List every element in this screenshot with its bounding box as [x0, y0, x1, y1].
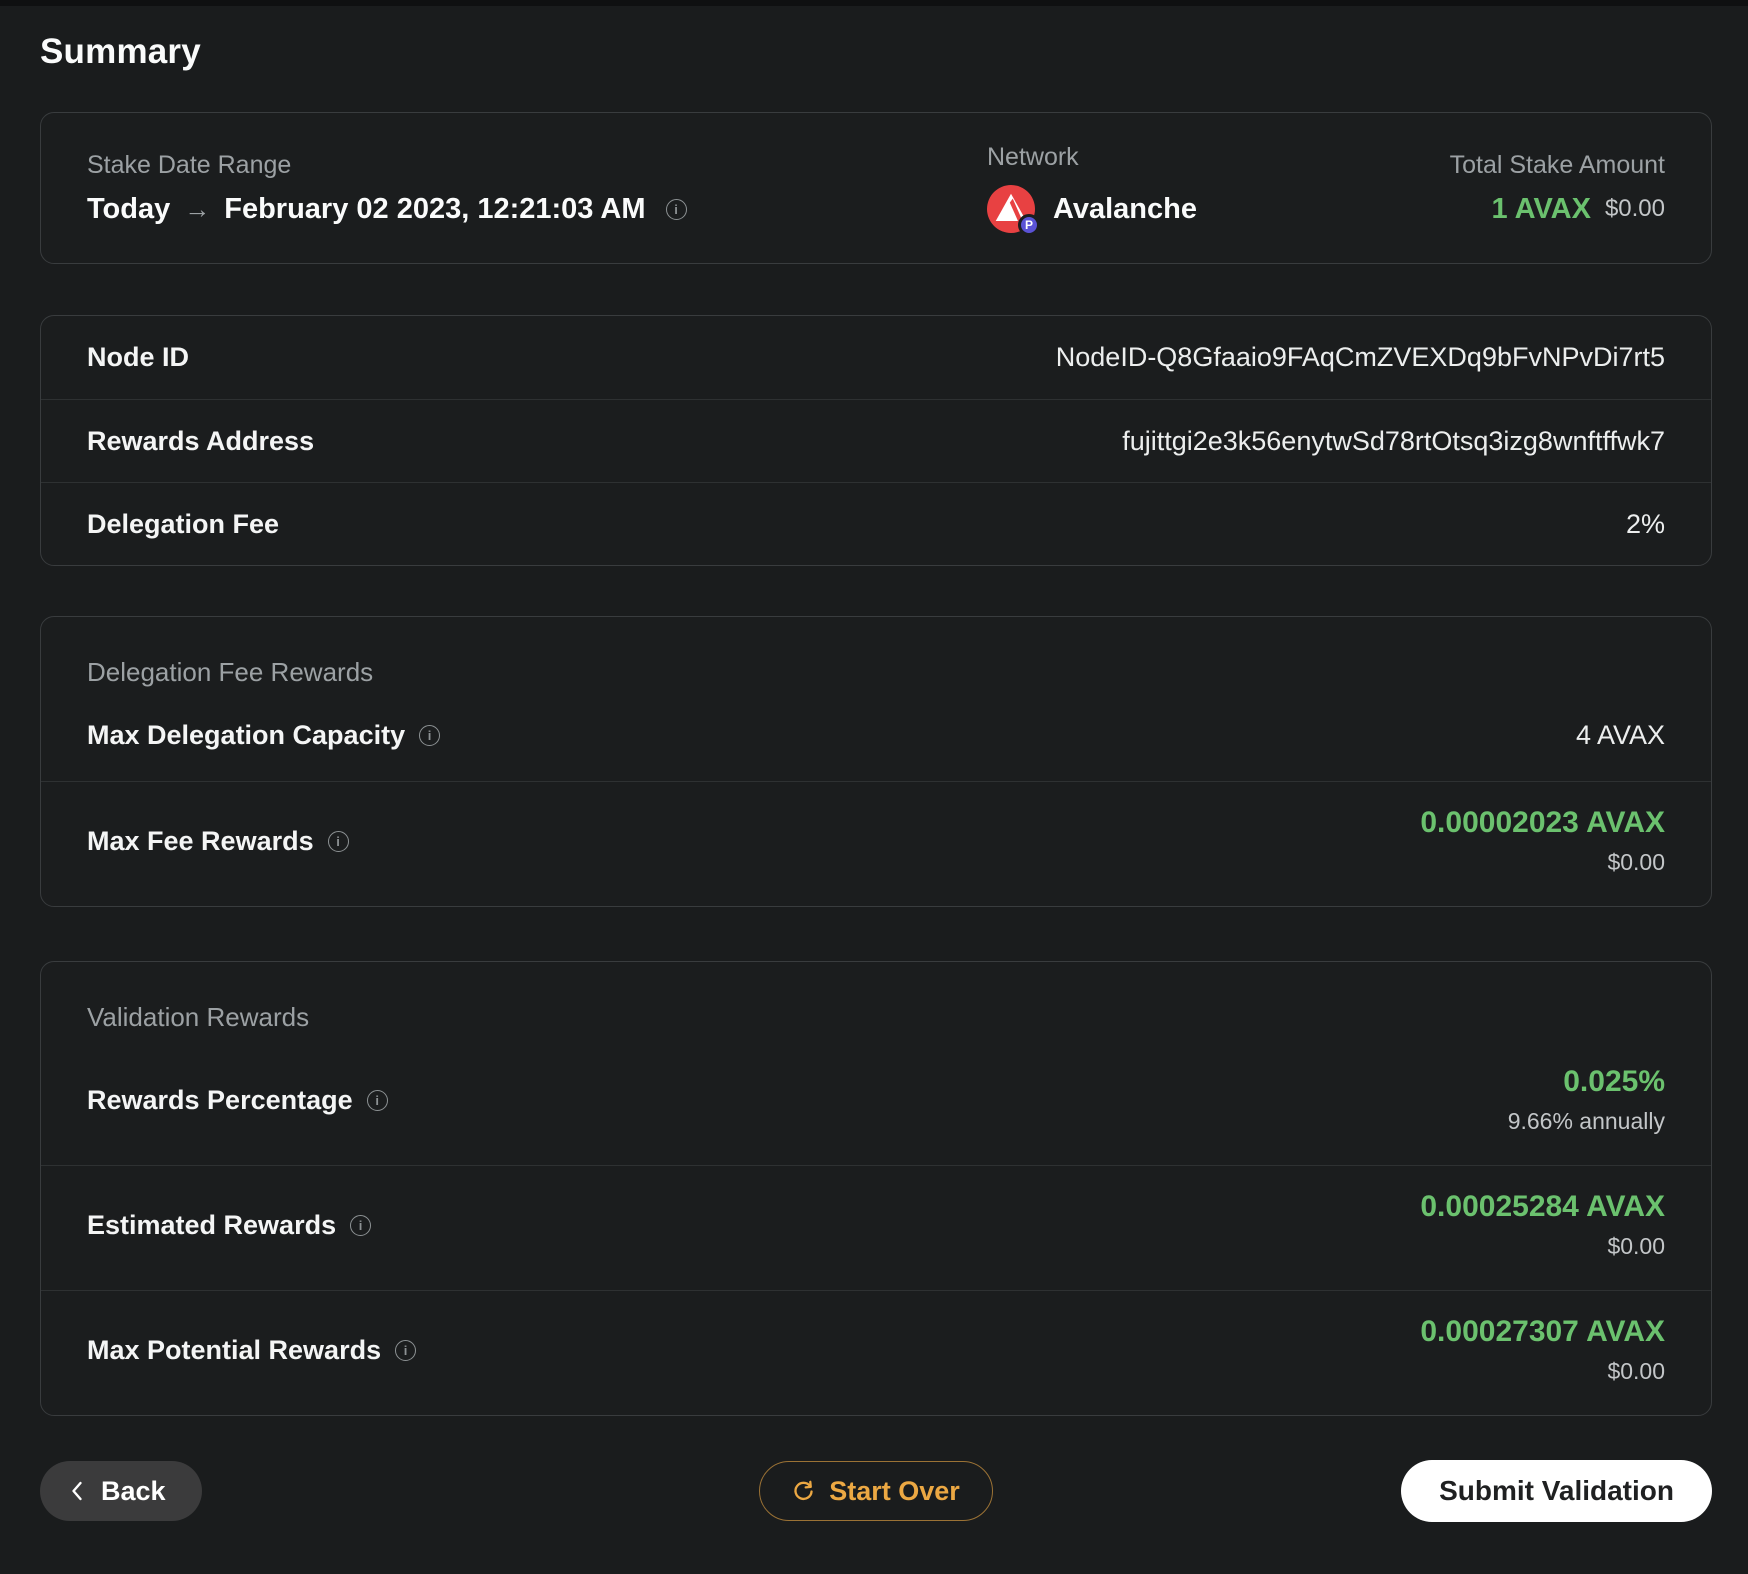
- estimated-rewards-value: 0.00025284 AVAX: [1420, 1190, 1665, 1223]
- card-header: Delegation Fee Rewards: [87, 657, 374, 687]
- reward-label: Estimated Rewards i: [87, 1209, 372, 1241]
- back-button-label: Back: [101, 1475, 166, 1506]
- row-label: Node ID: [87, 342, 190, 372]
- top-strip: [0, 0, 1748, 6]
- p-chain-badge: P: [1018, 214, 1040, 236]
- reward-label: Rewards Percentage i: [87, 1085, 388, 1116]
- total-stake-section: Total Stake Amount 1 AVAX $0.00: [1450, 151, 1665, 226]
- estimated-rewards-label: Estimated Rewards: [87, 1209, 337, 1240]
- estimated-rewards-row: Estimated Rewards i 0.00025284 AVAX $0.0…: [41, 1165, 1711, 1290]
- max-delegation-capacity-row: Max Delegation Capacity i 4 AVAX: [41, 696, 1711, 781]
- stake-end: February 02 2023, 12:21:03 AM: [224, 192, 646, 225]
- max-delegation-capacity-label: Max Delegation Capacity: [87, 720, 406, 750]
- max-fee-rewards-value-block: 0.00002023 AVAX $0.00: [1420, 806, 1665, 876]
- stake-date-info-icon[interactable]: i: [665, 198, 687, 220]
- summary-page: Summary Stake Date Range Today → Februar…: [0, 32, 1748, 1522]
- max-potential-rewards-row: Max Potential Rewards i 0.00027307 AVAX …: [41, 1290, 1711, 1415]
- max-potential-rewards-info-icon[interactable]: i: [395, 1339, 417, 1361]
- table-row-node-id: Node ID NodeID-Q8Gfaaio9FAqCmZVEXDq9bFvN…: [41, 316, 1711, 399]
- max-potential-rewards-value-block: 0.00027307 AVAX $0.00: [1420, 1315, 1665, 1385]
- table-row-rewards-address: Rewards Address fujittgi2e3k56enytwSd78r…: [41, 399, 1711, 482]
- total-stake-label: Total Stake Amount: [1449, 150, 1665, 179]
- submit-validation-button[interactable]: Submit Validation: [1401, 1460, 1712, 1522]
- max-fee-rewards-usd: $0.00: [1607, 849, 1665, 875]
- back-button[interactable]: Back: [40, 1461, 202, 1521]
- rewards-percentage-row: Rewards Percentage i 0.025% 9.66% annual…: [41, 1041, 1711, 1165]
- estimated-rewards-info-icon[interactable]: i: [350, 1214, 372, 1236]
- stake-summary-card: Stake Date Range Today → February 02 202…: [40, 112, 1712, 264]
- row-label: Delegation Fee: [87, 508, 280, 539]
- stake-date-range-value: Today → February 02 2023, 12:21:03 AM i: [87, 193, 987, 226]
- reward-label: Max Potential Rewards i: [87, 1334, 417, 1366]
- total-stake-value: 1 AVAX: [1491, 192, 1591, 225]
- max-fee-rewards-row: Max Fee Rewards i 0.00002023 AVAX $0.00: [41, 781, 1711, 906]
- card-header: Validation Rewards: [87, 1002, 310, 1032]
- estimated-rewards-usd: $0.00: [1607, 1233, 1665, 1259]
- submit-validation-button-label: Submit Validation: [1439, 1475, 1674, 1506]
- network-value: P Avalanche: [987, 185, 1450, 236]
- max-fee-rewards-label: Max Fee Rewards: [87, 825, 314, 856]
- max-delegation-capacity-value: 4 AVAX: [1575, 720, 1665, 750]
- arrow-right-icon: →: [184, 193, 211, 224]
- node-id-value: NodeID-Q8Gfaaio9FAqCmZVEXDq9bFvNPvDi7rt5: [1055, 342, 1665, 372]
- start-over-button-label: Start Over: [829, 1475, 960, 1506]
- stake-start: Today: [87, 192, 171, 225]
- delegation-fee-rewards-card: Delegation Fee Rewards Max Delegation Ca…: [40, 616, 1712, 907]
- max-fee-rewards-value: 0.00002023 AVAX: [1420, 806, 1665, 839]
- chevron-left-icon: [70, 1480, 83, 1502]
- network-label: Network: [987, 143, 1079, 171]
- estimated-rewards-value-block: 0.00025284 AVAX $0.00: [1420, 1190, 1665, 1260]
- max-potential-rewards-value: 0.00027307 AVAX: [1420, 1315, 1665, 1348]
- total-stake-usd: $0.00: [1604, 195, 1665, 222]
- delegation-fee-value: 2%: [1625, 508, 1665, 539]
- max-delegation-capacity-info-icon[interactable]: i: [419, 725, 441, 746]
- network-name: Avalanche: [1053, 192, 1197, 225]
- rewards-percentage-annual: 9.66% annually: [1507, 1108, 1665, 1134]
- rewards-percentage-value-block: 0.025% 9.66% annually: [1508, 1065, 1665, 1135]
- row-label: Rewards Address: [87, 425, 315, 456]
- rewards-percentage-label: Rewards Percentage: [87, 1084, 353, 1115]
- total-stake-value-row: 1 AVAX $0.00: [1450, 193, 1665, 226]
- start-over-button[interactable]: Start Over: [759, 1461, 993, 1521]
- reward-label: Max Fee Rewards i: [87, 826, 349, 857]
- avalanche-icon: P: [987, 185, 1040, 236]
- max-fee-rewards-info-icon[interactable]: i: [327, 830, 349, 852]
- stake-date-range-section: Stake Date Range Today → February 02 202…: [87, 151, 987, 226]
- table-row-delegation-fee: Delegation Fee 2%: [41, 482, 1711, 565]
- stake-date-range-label: Stake Date Range: [87, 150, 292, 179]
- refresh-icon: [792, 1480, 815, 1503]
- page-title: Summary: [40, 32, 201, 71]
- rewards-address-value: fujittgi2e3k56enytwSd78rtOtsq3izg8wnftff…: [1122, 425, 1665, 456]
- network-section: Network P Avalanche: [987, 143, 1450, 236]
- max-potential-rewards-usd: $0.00: [1607, 1358, 1665, 1384]
- rewards-percentage-info-icon[interactable]: i: [366, 1089, 388, 1111]
- rewards-percentage-value: 0.025%: [1563, 1065, 1665, 1098]
- footer-actions: Back Start Over Submit Validation: [40, 1460, 1712, 1522]
- reward-label: Max Delegation Capacity i: [87, 720, 441, 751]
- validation-rewards-card: Validation Rewards Rewards Percentage i …: [40, 961, 1712, 1416]
- max-potential-rewards-label: Max Potential Rewards: [87, 1334, 382, 1365]
- node-details-card: Node ID NodeID-Q8Gfaaio9FAqCmZVEXDq9bFvN…: [40, 315, 1712, 566]
